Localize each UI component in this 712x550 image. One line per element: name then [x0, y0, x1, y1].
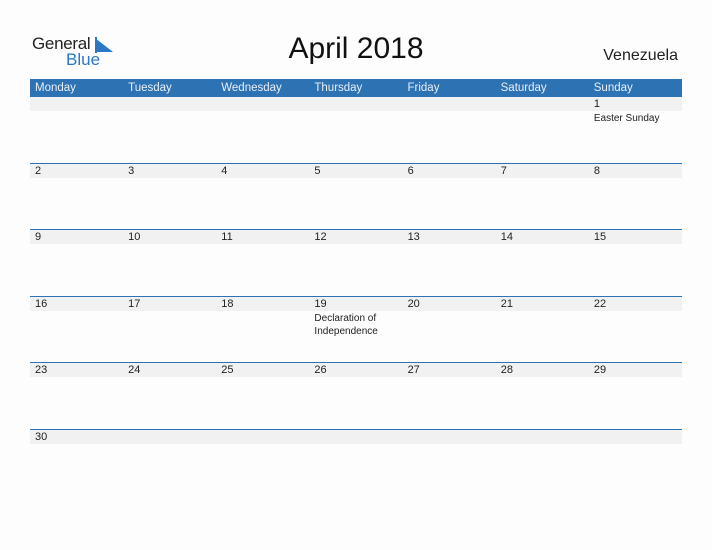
day-number: 18	[221, 298, 234, 310]
day-cell: 6	[403, 164, 496, 178]
day-cell: 4	[216, 164, 309, 178]
weekday-thursday: Thursday	[314, 82, 363, 94]
day-cell: 20	[403, 297, 496, 311]
day-cell: 5	[309, 164, 402, 178]
day-cell: 7	[496, 164, 589, 178]
day-cell: 25	[216, 363, 309, 377]
day-cell: 19 Declaration of Independence	[309, 297, 402, 338]
day-cell: 1 Easter Sunday	[589, 97, 682, 125]
day-number: 21	[500, 298, 513, 310]
day-number: 30	[35, 431, 48, 443]
day-number: 12	[314, 231, 327, 243]
weekday-header: Monday Tuesday Wednesday Thursday Friday…	[30, 79, 682, 97]
day-cell: 13	[403, 230, 496, 244]
day-cell: 17	[123, 297, 216, 311]
weekday-monday: Monday	[35, 82, 76, 94]
day-number: 14	[500, 231, 513, 243]
day-number: 23	[35, 364, 48, 376]
day-number: 3	[128, 165, 135, 177]
day-cell: 21	[496, 297, 589, 311]
day-number: 9	[35, 231, 42, 243]
day-cell: 27	[403, 363, 496, 377]
day-number: 4	[221, 165, 228, 177]
day-number: 16	[35, 298, 48, 310]
day-cell: 16	[30, 297, 123, 311]
day-number: 6	[407, 165, 414, 177]
day-cell: 14	[496, 230, 589, 244]
day-number: 24	[128, 364, 141, 376]
day-number: 27	[407, 364, 420, 376]
weekday-saturday: Saturday	[500, 82, 547, 94]
day-cell: 3	[123, 164, 216, 178]
holiday-label: Declaration of Independence	[314, 313, 378, 337]
day-cell: 24	[123, 363, 216, 377]
day-cell: 18	[216, 297, 309, 311]
day-number: 8	[593, 165, 600, 177]
day-number: 1	[593, 98, 600, 110]
country-label: Venezuela	[603, 47, 678, 64]
day-cell: 11	[216, 230, 309, 244]
day-cell: 30	[30, 430, 123, 444]
day-cell: 8	[589, 164, 682, 178]
day-cell: 15	[589, 230, 682, 244]
day-number: 28	[500, 364, 513, 376]
weekday-wednesday: Wednesday	[221, 82, 282, 94]
day-number: 26	[314, 364, 327, 376]
day-cell: 28	[496, 363, 589, 377]
day-cell: 9	[30, 230, 123, 244]
day-cell: 10	[123, 230, 216, 244]
day-number: 22	[593, 298, 607, 310]
day-cell: 29	[589, 363, 682, 377]
day-number: 5	[314, 165, 321, 177]
day-number: 10	[128, 231, 141, 243]
day-cell: 12	[309, 230, 402, 244]
weekday-tuesday: Tuesday	[128, 82, 172, 94]
day-number: 25	[221, 364, 234, 376]
day-number: 11	[221, 231, 233, 243]
day-cell: 22	[589, 297, 682, 311]
weekday-sunday: Sunday	[593, 82, 633, 94]
day-number-band	[30, 97, 682, 111]
day-number: 19	[314, 298, 327, 310]
day-number-band	[30, 430, 682, 444]
day-cell: 23	[30, 363, 123, 377]
day-number: 13	[407, 231, 420, 243]
day-cell: 2	[30, 164, 123, 178]
day-number: 7	[500, 165, 507, 177]
day-number: 29	[593, 364, 607, 376]
day-number: 17	[128, 298, 141, 310]
day-number: 2	[35, 165, 42, 177]
day-number: 20	[407, 298, 420, 310]
day-number: 15	[593, 231, 607, 243]
day-cell: 26	[309, 363, 402, 377]
holiday-label: Easter Sunday	[593, 113, 660, 124]
weekday-friday: Friday	[407, 82, 440, 94]
